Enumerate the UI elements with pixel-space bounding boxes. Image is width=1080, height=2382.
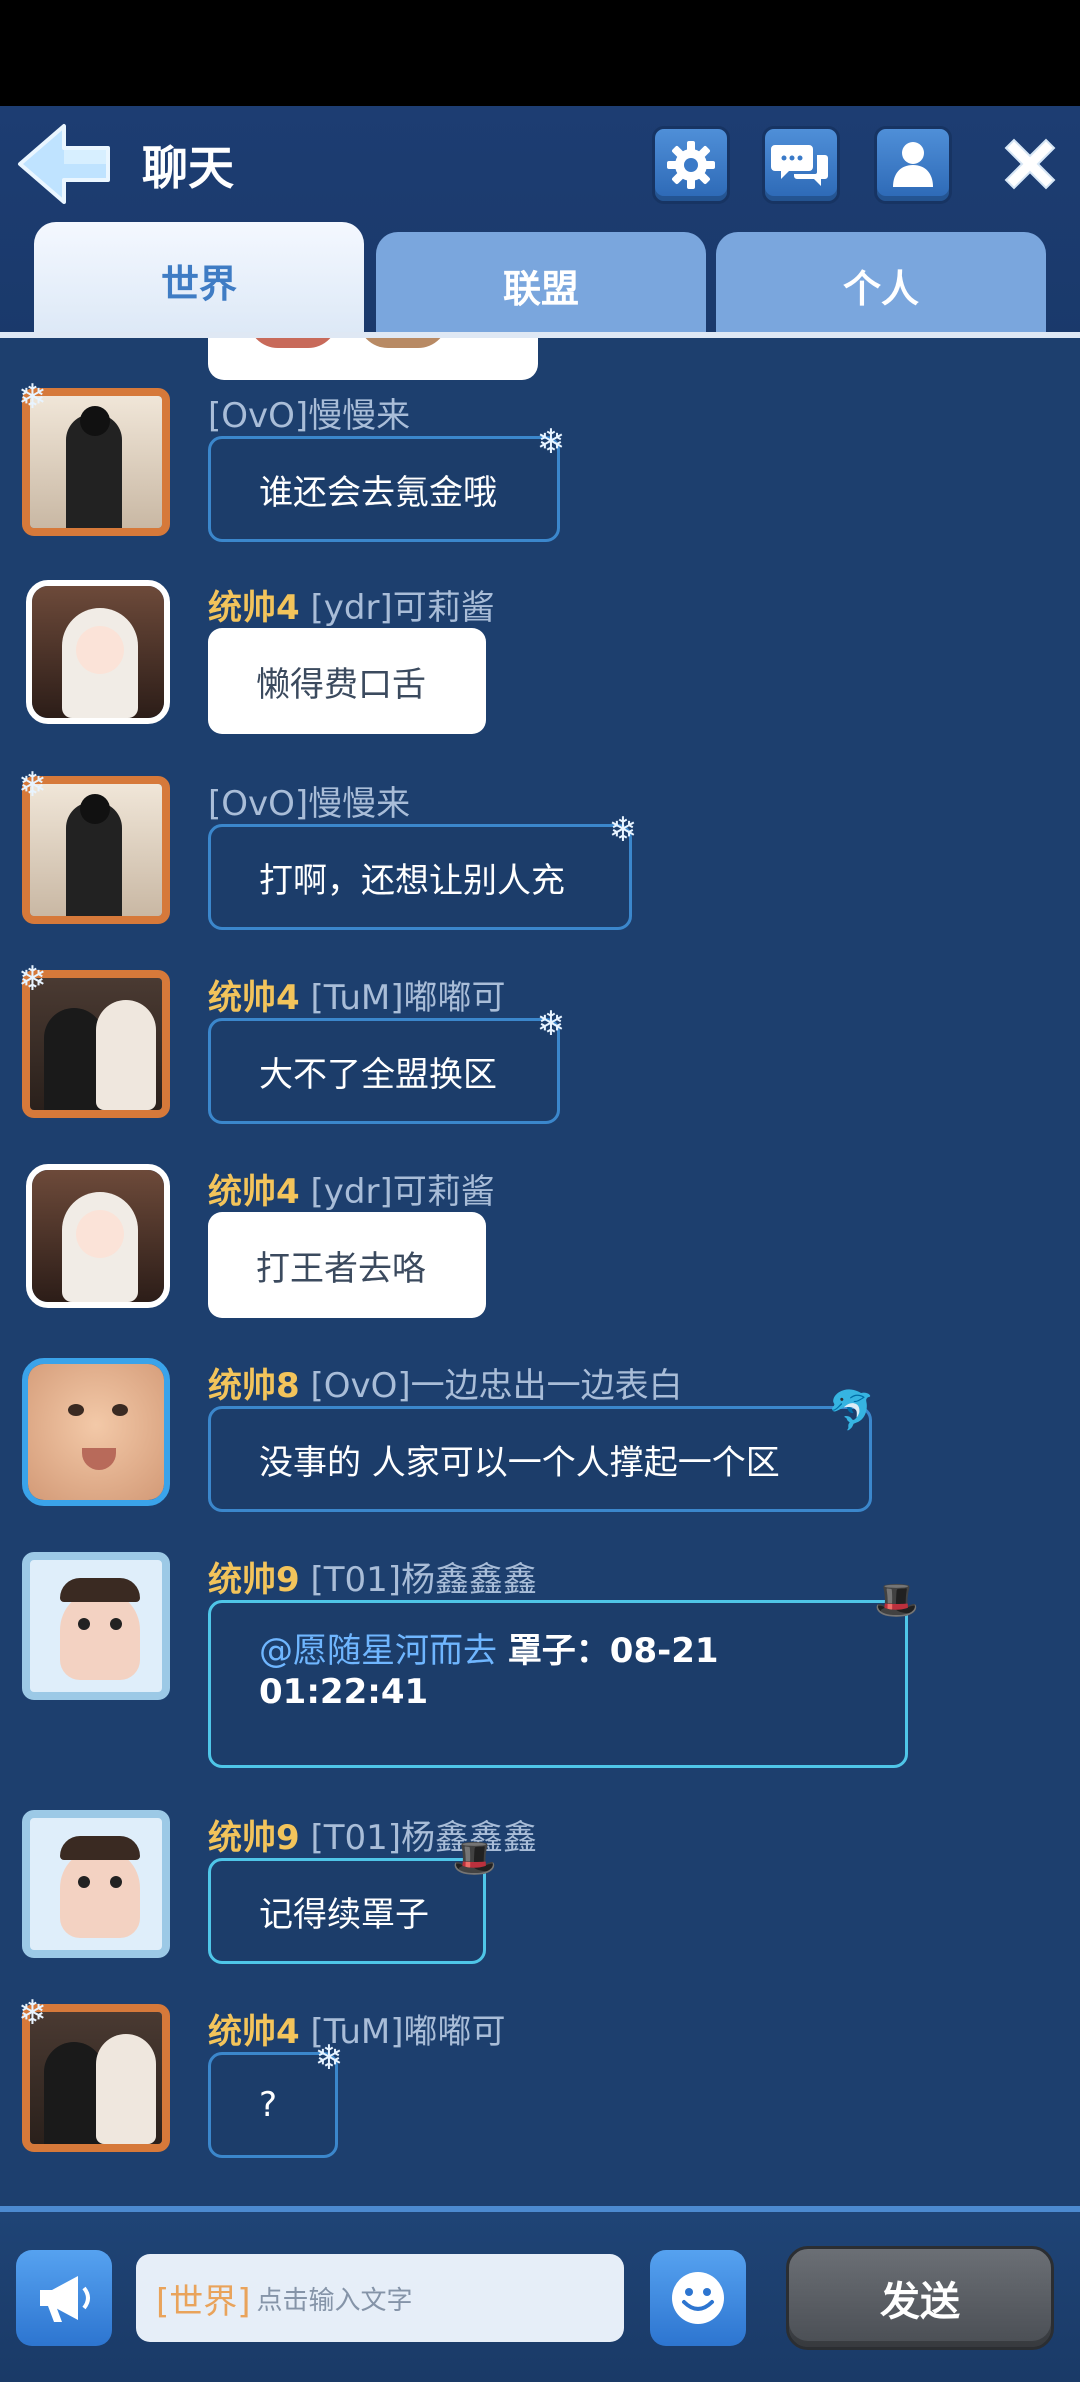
- gear-icon: [667, 141, 715, 189]
- snowflake-icon: ❄: [536, 422, 566, 462]
- profile-button[interactable]: [874, 126, 952, 204]
- back-button[interactable]: [14, 120, 114, 208]
- avatar[interactable]: [22, 1358, 170, 1506]
- message-bubble[interactable]: 记得续罩子 🎩: [208, 1841, 497, 1964]
- emoji-button[interactable]: [650, 2250, 746, 2346]
- channel-tabs: 世界 联盟 个人: [0, 216, 1080, 338]
- megaphone-icon: [40, 2276, 90, 2322]
- sender-name[interactable]: 统帅9 [T01]杨鑫鑫鑫: [208, 1552, 537, 1601]
- snowflake-icon: ❄: [18, 1993, 47, 2033]
- input-placeholder: 点击输入文字: [256, 2285, 413, 2316]
- chat-bubbles-icon: [771, 145, 828, 186]
- sender-name[interactable]: 统帅4 [TuM]嘟嘟可: [208, 970, 506, 1019]
- chat-list-button[interactable]: [762, 126, 840, 204]
- snowflake-icon: ❄: [18, 959, 47, 999]
- message-bubble[interactable]: ? ❄: [208, 2041, 343, 2158]
- hat-icon: 🎩: [874, 1580, 919, 1621]
- avatar[interactable]: [22, 1552, 170, 1700]
- broadcast-button[interactable]: [16, 2250, 112, 2346]
- sender-name[interactable]: 统帅4 [ydr]可莉酱: [208, 1164, 495, 1213]
- status-bar: [0, 0, 1080, 106]
- send-button[interactable]: 发送: [786, 2246, 1054, 2350]
- sender-name[interactable]: 统帅4 [TuM]嘟嘟可: [208, 2004, 506, 2053]
- snowflake-icon: ❄: [18, 377, 47, 417]
- avatar[interactable]: [22, 1810, 170, 1958]
- sender-name[interactable]: 统帅8 [OvO]一边忠出一边表白: [208, 1358, 683, 1407]
- sender-name[interactable]: [OvO]慢慢来: [208, 388, 410, 437]
- tab-world[interactable]: 世界: [34, 222, 364, 338]
- mention-link[interactable]: @愿随星河而去: [259, 1631, 497, 1671]
- close-button[interactable]: [994, 128, 1066, 200]
- person-icon: [893, 142, 933, 187]
- message-list[interactable]: ❄ [OvO]慢慢来 谁还会去氪金哦 ❄ 统帅4 [ydr]可莉酱 懒得费口舌 …: [0, 338, 1080, 2206]
- message-bubble[interactable]: 打王者去咯: [208, 1212, 486, 1318]
- message-bubble[interactable]: 谁还会去氪金哦 ❄: [208, 425, 565, 542]
- message-bubble[interactable]: 打啊，还想让别人充 ❄: [208, 813, 637, 930]
- snowflake-icon: ❄: [536, 1004, 566, 1044]
- chat-header: 聊天 世界 联盟 个人: [0, 106, 1080, 338]
- channel-prefix: [世界]: [156, 2281, 251, 2322]
- smiley-icon: [672, 2272, 724, 2324]
- close-icon: [1004, 138, 1056, 190]
- avatar[interactable]: [26, 580, 170, 724]
- back-arrow-icon: [18, 124, 110, 204]
- snowflake-icon: ❄: [608, 810, 638, 850]
- input-bar: [世界] 点击输入文字 发送: [0, 2206, 1080, 2382]
- settings-button[interactable]: [652, 126, 730, 204]
- snowflake-icon: ❄: [18, 765, 47, 805]
- page-title: 聊天: [142, 141, 234, 195]
- snowflake-icon: ❄: [314, 2038, 344, 2078]
- tab-personal[interactable]: 个人: [716, 232, 1046, 338]
- dolphin-icon: 🐬: [827, 1388, 875, 1432]
- avatar[interactable]: [26, 1164, 170, 1308]
- message-input[interactable]: [世界] 点击输入文字: [136, 2254, 624, 2342]
- sender-name[interactable]: [OvO]慢慢来: [208, 776, 410, 825]
- partial-message-image: [208, 338, 538, 380]
- sender-name[interactable]: 统帅4 [ydr]可莉酱: [208, 580, 495, 629]
- message-bubble[interactable]: 大不了全盟换区 ❄: [208, 1007, 565, 1124]
- message-bubble[interactable]: 没事的 人家可以一个人撑起一个区 🐬: [208, 1391, 875, 1512]
- hat-icon: 🎩: [452, 1838, 497, 1879]
- tab-alliance[interactable]: 联盟: [376, 232, 706, 338]
- message-bubble[interactable]: 懒得费口舌: [208, 628, 486, 734]
- message-bubble[interactable]: @愿随星河而去 罩子：08-21 01:22:41 🎩: [208, 1583, 919, 1768]
